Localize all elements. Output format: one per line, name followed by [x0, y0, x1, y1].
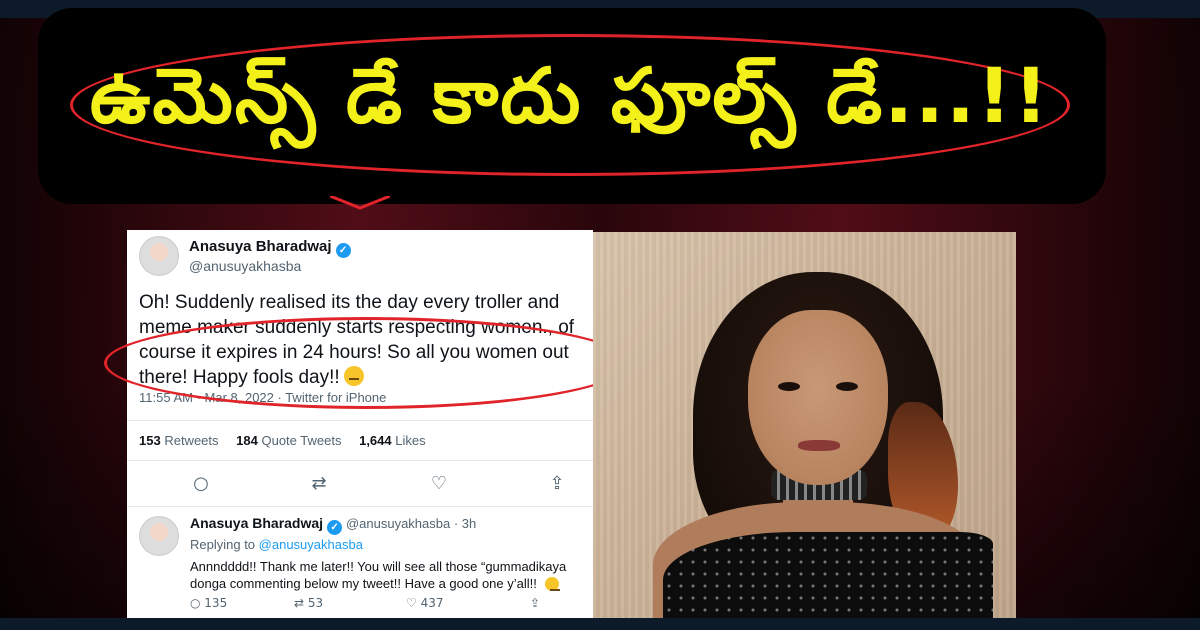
wink-emoji-icon: [544, 577, 560, 591]
tweet-stats: 153 Retweets 184 Quote Tweets 1,644 Like…: [139, 433, 440, 448]
photo-eye-left: [778, 382, 800, 391]
share-icon[interactable]: ⇪: [545, 472, 569, 496]
author-handle[interactable]: @anusuyakhasba: [189, 258, 301, 274]
quote-tweets-stat[interactable]: 184 Quote Tweets: [236, 433, 341, 448]
photo-eye-right: [836, 382, 858, 391]
reply-share-button[interactable]: ⇪: [530, 596, 540, 610]
reply-author-name[interactable]: Anasuya Bharadwaj: [190, 515, 323, 531]
likes-stat[interactable]: 1,644 Likes: [359, 433, 426, 448]
bottom-border: [0, 618, 1200, 630]
avatar[interactable]: [139, 236, 179, 276]
reply-reply-button[interactable]: ○ 135: [190, 596, 227, 610]
reply-tweet[interactable]: Anasuya Bharadwaj ✓ @anusuyakhasba · 3h R…: [127, 510, 593, 630]
replying-to: Replying to @anusuyakhasba: [190, 537, 363, 552]
replying-to-handle[interactable]: @anusuyakhasba: [259, 537, 363, 552]
tweet-highlight-oval: [104, 317, 630, 409]
retweets-label: Retweets: [164, 433, 219, 448]
reply-retweet-button[interactable]: ⇄ 53: [294, 596, 323, 610]
photo-face: [748, 310, 888, 485]
reply-avatar[interactable]: [139, 516, 179, 556]
reply-icon[interactable]: ○: [189, 472, 213, 496]
verified-icon: ✓: [335, 243, 351, 258]
tweet-actions: ○ ⇄ ♡ ⇪: [127, 472, 593, 496]
divider: [127, 506, 593, 507]
portrait-photo: [593, 232, 1016, 630]
divider: [127, 420, 593, 421]
tweet-card[interactable]: Anasuya Bharadwaj ✓ @anusuyakhasba Oh! Su…: [127, 230, 593, 630]
like-icon[interactable]: ♡: [427, 472, 451, 496]
likes-label: Likes: [395, 433, 426, 448]
reply-replies-count: 135: [204, 596, 228, 610]
verified-icon: ✓: [327, 520, 343, 535]
retweets-stat[interactable]: 153 Retweets: [139, 433, 219, 448]
author-name-text[interactable]: Anasuya Bharadwaj: [189, 238, 332, 255]
author-name[interactable]: Anasuya Bharadwaj ✓: [189, 238, 351, 258]
reply-author[interactable]: Anasuya Bharadwaj ✓ @anusuyakhasba · 3h: [190, 515, 476, 535]
photo-dress: [663, 532, 993, 630]
reply-text: Annndddd!! Thank me later!! You will see…: [190, 559, 567, 591]
quote-label: Quote Tweets: [261, 433, 342, 448]
reply-handle[interactable]: @anusuyakhasba · 3h: [346, 516, 476, 531]
headline-oval-tail: [330, 196, 390, 210]
retweets-count: 153: [139, 433, 161, 448]
replying-prefix: Replying to: [190, 537, 259, 552]
reply-body: Annndddd!! Thank me later!! You will see…: [190, 558, 590, 592]
reply-like-button[interactable]: ♡ 437: [406, 596, 443, 610]
reply-retweets-count: 53: [307, 596, 324, 610]
retweet-icon[interactable]: ⇄: [307, 472, 331, 496]
photo-lips: [798, 440, 840, 451]
headline-text: ఉమెన్స్ డే కాదు ఫూల్స్ డే...!!: [89, 51, 1051, 140]
reply-likes-count: 437: [420, 596, 444, 610]
quote-count: 184: [236, 433, 258, 448]
likes-count: 1,644: [359, 433, 392, 448]
divider: [127, 460, 593, 461]
